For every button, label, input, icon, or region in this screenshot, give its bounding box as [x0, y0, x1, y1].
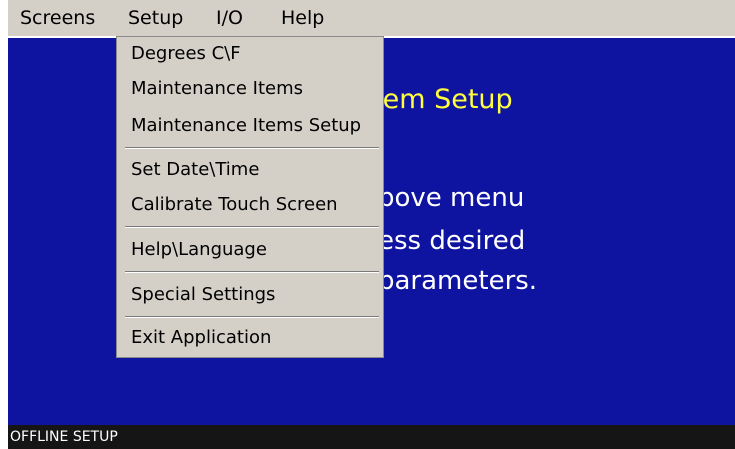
- setup-dropdown-menu: Degrees C\F Maintenance Items Maintenanc…: [116, 36, 384, 358]
- menu-bar: Screens Setup I/O Help: [8, 0, 735, 36]
- menu-separator: [125, 147, 379, 149]
- status-bar: OFFLINE SETUP: [8, 425, 735, 449]
- menu-item-calibrate-touch-screen[interactable]: Calibrate Touch Screen: [131, 194, 338, 216]
- menu-setup[interactable]: Setup: [128, 6, 183, 30]
- instruction-line-2: ess desired: [378, 226, 526, 256]
- menu-separator: [125, 226, 379, 228]
- menu-separator: [125, 271, 379, 273]
- menu-screens[interactable]: Screens: [20, 6, 95, 30]
- menu-item-maintenance-items-setup[interactable]: Maintenance Items Setup: [131, 115, 361, 137]
- menu-item-maintenance-items[interactable]: Maintenance Items: [131, 78, 303, 100]
- menu-item-set-date-time[interactable]: Set Date\Time: [131, 159, 259, 181]
- instruction-line-1: bove menu: [378, 183, 525, 213]
- instruction-line-3: parameters.: [378, 266, 538, 296]
- menu-help[interactable]: Help: [281, 6, 324, 30]
- status-text: OFFLINE SETUP: [10, 429, 118, 445]
- menu-io[interactable]: I/O: [216, 6, 243, 30]
- menu-item-special-settings[interactable]: Special Settings: [131, 284, 275, 306]
- menu-item-degrees[interactable]: Degrees C\F: [131, 43, 241, 65]
- menu-item-help-language[interactable]: Help\Language: [131, 239, 267, 261]
- screen-title: tem Setup: [372, 84, 513, 115]
- menu-separator: [125, 316, 379, 318]
- menu-item-exit-application[interactable]: Exit Application: [131, 327, 271, 349]
